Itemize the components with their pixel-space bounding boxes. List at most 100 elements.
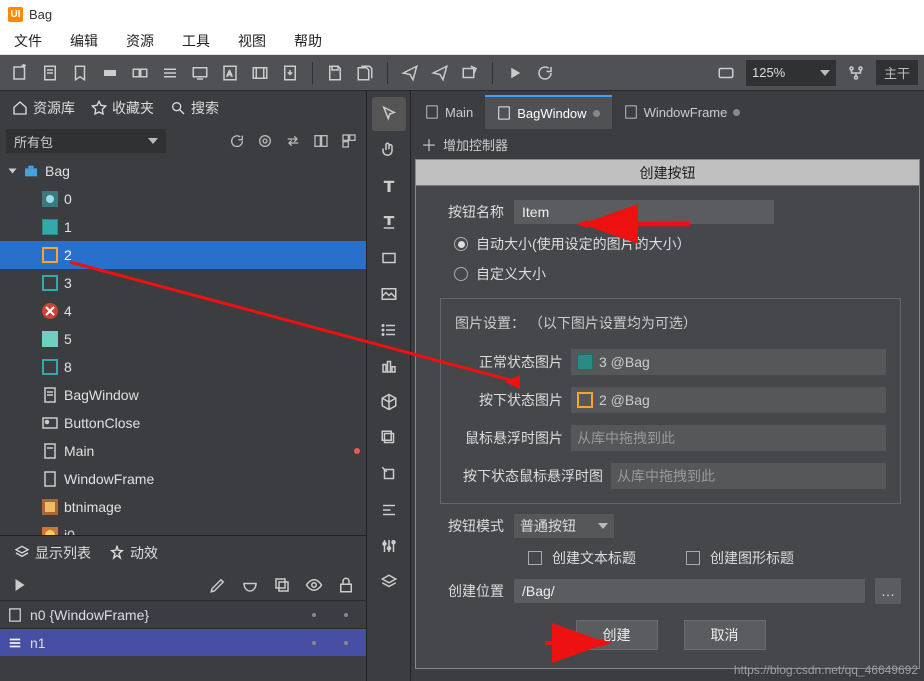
branch-icon[interactable] xyxy=(842,59,870,87)
tree-item[interactable]: ButtonClose xyxy=(0,409,366,437)
tree-item[interactable]: 3 xyxy=(0,269,366,297)
swap-icon[interactable] xyxy=(282,130,304,152)
button-name-input[interactable] xyxy=(514,200,774,224)
list-icon[interactable] xyxy=(156,59,184,87)
send2-icon[interactable] xyxy=(426,59,454,87)
create-button[interactable]: 创建 xyxy=(576,620,658,650)
normal-img-field[interactable]: 3 @Bag xyxy=(571,349,886,375)
tree-root[interactable]: Bag xyxy=(0,157,366,185)
component-icon[interactable] xyxy=(96,59,124,87)
radio-auto-size[interactable] xyxy=(454,237,468,251)
menu-tool[interactable]: 工具 xyxy=(182,31,210,51)
tab-library[interactable]: 资源库 xyxy=(6,94,81,122)
tree-item[interactable]: BagWindow xyxy=(0,381,366,409)
pen-icon[interactable] xyxy=(206,571,230,599)
browse-button[interactable]: … xyxy=(875,578,901,604)
tree-item[interactable]: 1 xyxy=(0,213,366,241)
tree-item[interactable]: 8 xyxy=(0,353,366,381)
menu-file[interactable]: 文件 xyxy=(14,31,42,51)
chk-shape-title[interactable] xyxy=(686,551,700,565)
right-panel: Main BagWindow WindowFrame ＋增加控制器 创建按钮 按… xyxy=(411,91,924,681)
lock-icon[interactable] xyxy=(334,571,358,599)
hand-icon[interactable] xyxy=(372,133,406,167)
tab-display-list[interactable]: 显示列表 xyxy=(8,539,97,567)
save-all-icon[interactable] xyxy=(351,59,379,87)
target-icon[interactable] xyxy=(254,130,276,152)
reload-icon[interactable] xyxy=(226,130,248,152)
pressed-img-field[interactable]: 2 @Bag xyxy=(571,387,886,413)
tree-item[interactable]: 0 xyxy=(0,185,366,213)
chk-text-title[interactable] xyxy=(528,551,542,565)
eye-icon[interactable] xyxy=(302,571,326,599)
pressed-label: 按下状态图片 xyxy=(455,390,563,410)
name-label: 按钮名称 xyxy=(440,202,504,222)
rect-icon[interactable] xyxy=(372,241,406,275)
new-icon[interactable] xyxy=(6,59,34,87)
text-underline-icon[interactable] xyxy=(372,205,406,239)
refresh-icon[interactable] xyxy=(531,59,559,87)
number-list-icon[interactable] xyxy=(372,313,406,347)
tree-item[interactable]: btnimage xyxy=(0,493,366,521)
dual-icon[interactable] xyxy=(126,59,154,87)
align-icon[interactable] xyxy=(372,493,406,527)
tree-item[interactable]: Main xyxy=(0,437,366,465)
tree-item[interactable]: WindowFrame xyxy=(0,465,366,493)
create-button-dialog: 创建按钮 按钮名称 自动大小(使用设定的图片的大小） 自定义大小 图片设置： （… xyxy=(415,159,920,669)
grid-icon[interactable] xyxy=(338,130,360,152)
movie-icon[interactable] xyxy=(246,59,274,87)
radio-custom-size[interactable] xyxy=(454,267,468,281)
play-small-icon[interactable] xyxy=(8,571,32,599)
editor-tabs: Main BagWindow WindowFrame xyxy=(411,91,924,129)
sprite-icon xyxy=(42,191,58,207)
cube-icon[interactable] xyxy=(372,385,406,419)
hover-img-field[interactable]: 从库中拖拽到此 xyxy=(571,425,886,451)
play-icon[interactable] xyxy=(501,59,529,87)
tab-fav[interactable]: 收藏夹 xyxy=(85,94,160,122)
tab-main[interactable]: Main xyxy=(413,95,485,129)
menu-edit[interactable]: 编辑 xyxy=(70,31,98,51)
layers2-icon[interactable] xyxy=(372,565,406,599)
menu-resource[interactable]: 资源 xyxy=(126,31,154,51)
chart-icon[interactable] xyxy=(372,349,406,383)
create-location-input[interactable] xyxy=(514,579,865,603)
layers-icon[interactable] xyxy=(372,421,406,455)
tab-search[interactable]: 搜索 xyxy=(164,94,225,122)
copy-icon[interactable] xyxy=(270,571,294,599)
save-icon[interactable] xyxy=(321,59,349,87)
doc-icon[interactable] xyxy=(36,59,64,87)
text-icon[interactable]: A xyxy=(216,59,244,87)
send-screen-icon[interactable] xyxy=(456,59,484,87)
display-row-selected[interactable]: n1 xyxy=(0,628,366,656)
radio-auto-label: 自动大小(使用设定的图片的大小） xyxy=(476,234,691,254)
cursor-icon[interactable] xyxy=(372,97,406,131)
package-filter[interactable]: 所有包 xyxy=(6,129,166,153)
split-icon[interactable] xyxy=(310,130,332,152)
pressed-hover-img-field[interactable]: 从库中拖拽到此 xyxy=(611,463,886,489)
tab-windowframe[interactable]: WindowFrame xyxy=(612,95,753,129)
mask-icon[interactable] xyxy=(238,571,262,599)
tree-item[interactable]: 4 xyxy=(0,297,366,325)
image2-icon[interactable] xyxy=(372,277,406,311)
button-mode-select[interactable]: 普通按钮 xyxy=(514,514,614,538)
transform-icon[interactable] xyxy=(372,457,406,491)
menu-view[interactable]: 视图 xyxy=(238,31,266,51)
tree-item-selected[interactable]: 2 xyxy=(0,241,366,269)
screen-icon[interactable] xyxy=(186,59,214,87)
branch-master[interactable]: 主干 xyxy=(876,60,918,85)
window-titlebar: UI Bag xyxy=(0,0,924,28)
cancel-button[interactable]: 取消 xyxy=(684,620,766,650)
zoom-select[interactable]: 125% xyxy=(746,60,836,86)
device-icon[interactable] xyxy=(712,59,740,87)
tab-bagwindow[interactable]: BagWindow xyxy=(485,95,611,129)
menu-help[interactable]: 帮助 xyxy=(294,31,322,51)
display-row[interactable]: n0 {WindowFrame} xyxy=(0,600,366,628)
text-t-icon[interactable] xyxy=(372,169,406,203)
download-icon[interactable] xyxy=(276,59,304,87)
bookmark-icon[interactable] xyxy=(66,59,94,87)
tree-item[interactable]: 5 xyxy=(0,325,366,353)
add-controller[interactable]: ＋增加控制器 xyxy=(411,129,924,159)
adjust-icon[interactable] xyxy=(372,529,406,563)
send-icon[interactable] xyxy=(396,59,424,87)
tab-motion[interactable]: 动效 xyxy=(103,539,164,567)
tree-item[interactable]: i0 xyxy=(0,521,366,535)
